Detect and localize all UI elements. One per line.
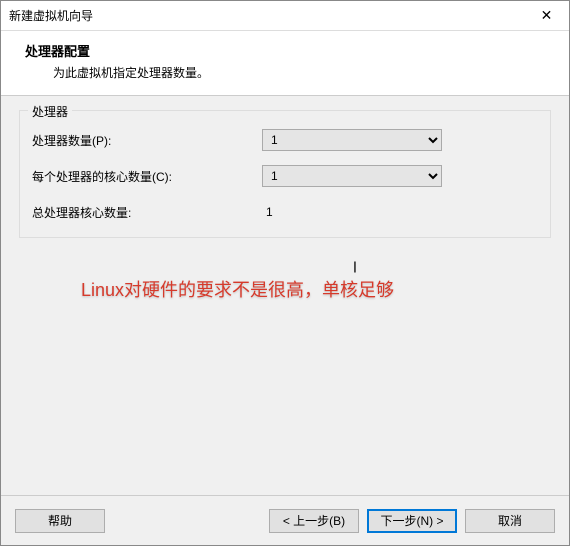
cores-select[interactable]: 1 — [262, 165, 442, 187]
footer: 帮助 < 上一步(B) 下一步(N) > 取消 — [1, 495, 569, 545]
processors-label: 处理器数量(P): — [32, 132, 262, 149]
text-cursor-icon: I — [353, 258, 357, 276]
window-title: 新建虚拟机向导 — [9, 7, 93, 24]
total-label: 总处理器核心数量: — [32, 204, 262, 221]
processors-select[interactable]: 1 — [262, 129, 442, 151]
help-button[interactable]: 帮助 — [15, 509, 105, 533]
close-icon: ✕ — [541, 7, 553, 24]
total-value: 1 — [262, 205, 442, 219]
row-total: 总处理器核心数量: 1 — [32, 201, 538, 223]
back-button[interactable]: < 上一步(B) — [269, 509, 359, 533]
close-button[interactable]: ✕ — [524, 1, 569, 31]
content-area: 处理器 处理器数量(P): 1 每个处理器的核心数量(C): 1 总 — [1, 96, 569, 495]
titlebar: 新建虚拟机向导 ✕ — [1, 1, 569, 31]
cancel-button[interactable]: 取消 — [465, 509, 555, 533]
processor-groupbox: 处理器 处理器数量(P): 1 每个处理器的核心数量(C): 1 总 — [19, 110, 551, 238]
page-title: 处理器配置 — [25, 41, 553, 60]
page-subtitle: 为此虚拟机指定处理器数量。 — [53, 64, 553, 81]
row-cores: 每个处理器的核心数量(C): 1 — [32, 165, 538, 187]
groupbox-legend: 处理器 — [28, 103, 72, 120]
row-processors: 处理器数量(P): 1 — [32, 129, 538, 151]
next-button[interactable]: 下一步(N) > — [367, 509, 457, 533]
wizard-header: 处理器配置 为此虚拟机指定处理器数量。 — [1, 31, 569, 96]
wizard-window: 新建虚拟机向导 ✕ 处理器配置 为此虚拟机指定处理器数量。 处理器 处理器数量(… — [0, 0, 570, 546]
cores-label: 每个处理器的核心数量(C): — [32, 168, 262, 185]
annotation-text: Linux对硬件的要求不是很高，单核足够 — [81, 276, 394, 302]
